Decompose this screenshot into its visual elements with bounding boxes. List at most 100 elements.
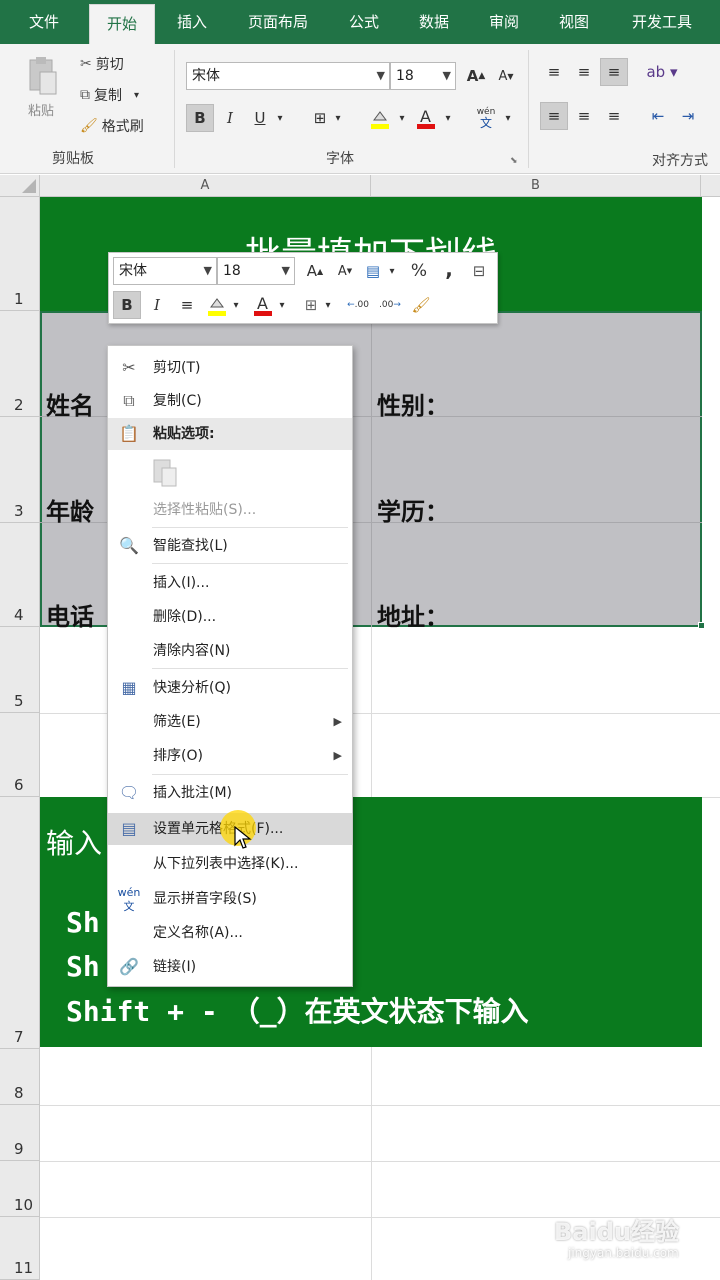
menu-item-cut[interactable]: ✂ 剪切(T) (108, 352, 352, 384)
tab-insert[interactable]: 插入 (162, 0, 222, 44)
column-header-a[interactable]: A (40, 175, 371, 197)
italic-button[interactable]: I (216, 104, 244, 132)
paste-button[interactable] (24, 56, 60, 100)
increase-indent-icon[interactable]: ⇥ (674, 102, 702, 130)
tab-formulas[interactable]: 公式 (334, 0, 394, 44)
orientation-icon[interactable]: ab ▾ (642, 58, 682, 86)
chevron-down-icon[interactable]: ▾ (272, 104, 288, 132)
chevron-down-icon[interactable]: ▾ (330, 104, 346, 132)
scissors-icon: ✂ (80, 56, 92, 72)
mini-align-icon[interactable]: ≡ (173, 291, 201, 319)
column-header-b[interactable]: B (371, 175, 701, 197)
chevron-down-icon[interactable]: ▾ (275, 291, 289, 319)
mini-cell-style-icon[interactable]: ▤ (359, 257, 387, 285)
tab-review[interactable]: 审阅 (474, 0, 534, 44)
menu-separator (152, 563, 348, 564)
align-right-icon[interactable]: ≡ (600, 102, 628, 130)
mini-font-combo[interactable]: 宋体 ▼ (113, 257, 217, 285)
row-header-1[interactable]: 1 (0, 197, 40, 311)
font-size-combo[interactable]: 18 ▼ (390, 62, 456, 90)
pinyin-icon: wén 文 (117, 886, 141, 913)
menu-item-link[interactable]: 🔗 链接(I) (108, 951, 352, 983)
menu-item-clear-contents[interactable]: 清除内容(N) (108, 635, 352, 667)
paste-option-icon[interactable] (150, 456, 182, 490)
row-header-6[interactable]: 6 (0, 713, 40, 797)
menu-item-define-name[interactable]: 定义名称(A)... (108, 917, 352, 949)
mini-fill-color-icon[interactable] (203, 291, 231, 319)
mini-increase-decimal-button[interactable]: ← .00 (343, 291, 373, 319)
font-name-combo[interactable]: 宋体 ▼ (186, 62, 390, 90)
copy-button[interactable]: ⧉ 复制 ▾ (80, 85, 139, 105)
dialog-launcher-icon[interactable]: ⬊ (510, 156, 518, 166)
chevron-down-icon: ▾ (134, 89, 140, 101)
chevron-down-icon[interactable]: ▾ (440, 104, 456, 132)
row-header-4[interactable]: 4 (0, 523, 40, 627)
menu-separator (152, 527, 348, 528)
underline-button[interactable]: U (246, 104, 274, 132)
mini-merge-icon[interactable]: ⊟ (465, 257, 493, 285)
row-header-3[interactable]: 3 (0, 417, 40, 523)
mini-italic-button[interactable]: I (143, 291, 171, 319)
menu-item-sort[interactable]: 排序(O) ▶ (108, 740, 352, 772)
menu-item-copy[interactable]: ⧉ 复制(C) (108, 385, 352, 417)
menu-item-smart-lookup[interactable]: 🔍 智能查找(L) (108, 530, 352, 562)
row-header-11[interactable]: 11 (0, 1217, 40, 1280)
menu-item-filter[interactable]: 筛选(E) ▶ (108, 706, 352, 738)
group-label-alignment: 对齐方式 (652, 153, 708, 169)
tab-view[interactable]: 视图 (544, 0, 604, 44)
mini-format-painter-icon[interactable]: 🖌 (407, 291, 435, 319)
mini-decrease-decimal-button[interactable]: .00 → (375, 291, 405, 319)
decrease-indent-icon[interactable]: ⇤ (644, 102, 672, 130)
tab-data[interactable]: 数据 (404, 0, 464, 44)
chevron-down-icon[interactable]: ▾ (385, 257, 399, 285)
menu-item-insert-comment[interactable]: 🗨 插入批注(M) (108, 777, 352, 809)
align-center-icon[interactable]: ≡ (570, 102, 598, 130)
instructions-line-1: 输入 (46, 827, 103, 860)
menu-item-paste-special[interactable]: 选择性粘贴(S)... (108, 494, 352, 526)
align-bottom-icon[interactable]: ≡ (600, 58, 628, 86)
bold-button[interactable]: B (186, 104, 214, 132)
align-top-icon[interactable]: ≡ (540, 58, 568, 86)
menu-item-show-pinyin[interactable]: wén 文显示拼音字段(S) (108, 883, 352, 915)
tab-page-layout[interactable]: 页面布局 (236, 0, 320, 44)
chevron-down-icon[interactable]: ▾ (229, 291, 243, 319)
align-middle-icon[interactable]: ≡ (570, 58, 598, 86)
tab-developer[interactable]: 开发工具 (620, 0, 704, 44)
fill-color-icon[interactable] (366, 104, 394, 132)
mini-grow-font-icon[interactable]: A ▲ (301, 257, 329, 285)
mini-font-color-icon[interactable]: A (249, 291, 277, 319)
chevron-down-icon[interactable]: ▾ (394, 104, 410, 132)
menu-item-insert[interactable]: 插入(I)... (108, 567, 352, 599)
chevron-down-icon[interactable]: ▾ (500, 104, 516, 132)
format-painter-button[interactable]: 🖌 格式刷 (80, 116, 144, 136)
cell-b4: 地址： (377, 602, 449, 631)
group-separator (528, 50, 529, 168)
align-left-icon[interactable]: ≡ (540, 102, 568, 130)
shrink-font-button[interactable]: A ▼ (492, 62, 520, 90)
row-header-9[interactable]: 9 (0, 1105, 40, 1161)
fill-handle[interactable] (698, 622, 705, 629)
chevron-down-icon[interactable]: ▾ (321, 291, 335, 319)
mini-shrink-font-icon[interactable]: A ▼ (331, 257, 359, 285)
row-header-8[interactable]: 8 (0, 1049, 40, 1105)
chevron-down-icon: ▼ (203, 264, 212, 277)
mini-size-combo[interactable]: 18 ▼ (217, 257, 295, 285)
row-header-2[interactable]: 2 (0, 311, 40, 417)
mini-percent-button[interactable]: % (405, 257, 433, 285)
font-color-icon[interactable]: A (412, 104, 440, 132)
row-header-5[interactable]: 5 (0, 627, 40, 713)
tab-file[interactable]: 文件 (14, 0, 74, 44)
tab-home[interactable]: 开始 (89, 4, 155, 44)
svg-text:A: A (420, 107, 431, 126)
mini-bold-button[interactable]: B (113, 291, 141, 319)
menu-item-pick-from-list[interactable]: 从下拉列表中选择(K)... (108, 848, 352, 880)
menu-item-delete[interactable]: 删除(D)... (108, 601, 352, 633)
select-all-corner[interactable] (0, 175, 40, 197)
pinyin-button[interactable]: wén 文 (472, 104, 500, 132)
grow-font-button[interactable]: A ▲ (462, 62, 490, 90)
menu-item-quick-analysis[interactable]: ▦ 快速分析(Q) (108, 672, 352, 704)
cut-button[interactable]: ✂ 剪切 (80, 54, 124, 74)
row-header-10[interactable]: 10 (0, 1161, 40, 1217)
row-header-7[interactable]: 7 (0, 797, 40, 1049)
mini-comma-button[interactable]: , (435, 255, 463, 283)
